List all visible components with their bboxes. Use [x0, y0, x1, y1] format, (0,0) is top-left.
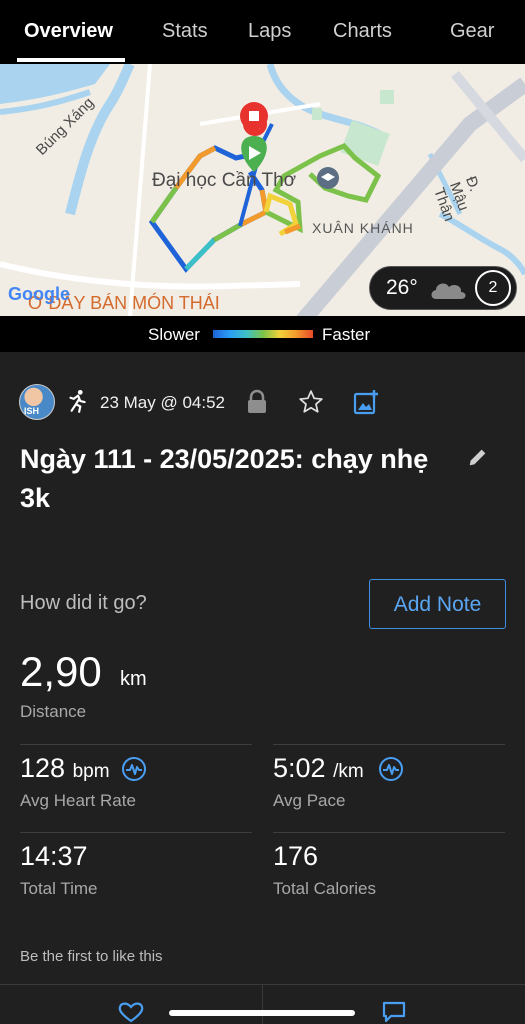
pace-value: 5:02 /km — [273, 753, 364, 784]
route-map[interactable]: Búng Xáng Đại học Cần Thơ XUÂN KHÁNH Đ. … — [0, 64, 525, 316]
map-label-university: Đại học Cần Thơ — [152, 170, 297, 191]
tab-overview[interactable]: Overview — [24, 20, 113, 43]
running-icon — [69, 389, 86, 413]
tab-bar: Overview Stats Laps Charts Gear — [0, 0, 525, 64]
map-label-district: XUÂN KHÁNH — [312, 220, 414, 236]
temperature: 26° — [386, 276, 418, 299]
feeling-question: How did it go? — [20, 592, 147, 614]
lap-count: 2 — [475, 270, 511, 306]
activity-title: Ngày 111 - 23/05/2025: chạy nhẹ 3k — [20, 444, 429, 513]
divider — [20, 744, 252, 745]
avatar-text: ISH — [24, 406, 40, 416]
heart-rate-number: 128 — [20, 753, 66, 783]
home-indicator[interactable] — [169, 1010, 355, 1016]
activity-date: 23 May @ 04:52 — [100, 393, 225, 412]
heart-rate-zone-icon[interactable] — [121, 756, 147, 782]
legend-gradient — [213, 330, 313, 338]
like-prompt: Be the first to like this — [20, 948, 163, 965]
heart-rate-value: 128 bpm — [20, 753, 110, 784]
divider — [262, 985, 263, 1024]
divider — [273, 744, 505, 745]
legend-faster-label: Faster — [322, 325, 371, 344]
weather-badge[interactable]: 26° 2 — [369, 266, 517, 310]
divider — [273, 832, 505, 833]
pace-legend: Slower Faster — [0, 316, 525, 352]
tab-charts[interactable]: Charts — [333, 20, 392, 43]
divider — [20, 832, 252, 833]
edit-pencil-icon[interactable] — [467, 446, 489, 468]
total-time-value: 14:37 — [20, 841, 88, 871]
social-action-bar — [0, 984, 525, 1024]
pace-unit: /km — [333, 761, 364, 782]
active-tab-indicator — [17, 58, 125, 62]
google-logo: Google — [8, 284, 70, 304]
total-calories-label: Total Calories — [273, 879, 376, 898]
distance-label: Distance — [20, 702, 87, 721]
pace-label: Avg Pace — [273, 791, 346, 810]
pace-zone-icon[interactable] — [378, 756, 404, 782]
lock-icon[interactable] — [245, 389, 269, 415]
heart-rate-unit: bpm — [72, 761, 110, 782]
add-photo-icon[interactable] — [352, 388, 380, 416]
total-calories-value: 176 — [273, 841, 319, 871]
tab-stats[interactable]: Stats — [162, 20, 208, 43]
distance-unit: km — [120, 668, 147, 690]
tab-laps[interactable]: Laps — [248, 20, 291, 43]
star-icon[interactable] — [298, 389, 324, 415]
add-note-button[interactable]: Add Note — [369, 579, 506, 629]
distance-value: 2,90 — [20, 648, 102, 695]
tab-gear[interactable]: Gear — [450, 20, 494, 43]
total-time-label: Total Time — [20, 879, 98, 898]
cloud-icon — [431, 283, 466, 299]
avatar[interactable]: ISH — [19, 384, 55, 420]
like-heart-icon[interactable] — [118, 1001, 144, 1023]
legend-slower-label: Slower — [148, 325, 200, 344]
heart-rate-label: Avg Heart Rate — [20, 791, 136, 810]
comment-icon[interactable] — [382, 1001, 406, 1023]
pace-number: 5:02 — [273, 753, 326, 783]
